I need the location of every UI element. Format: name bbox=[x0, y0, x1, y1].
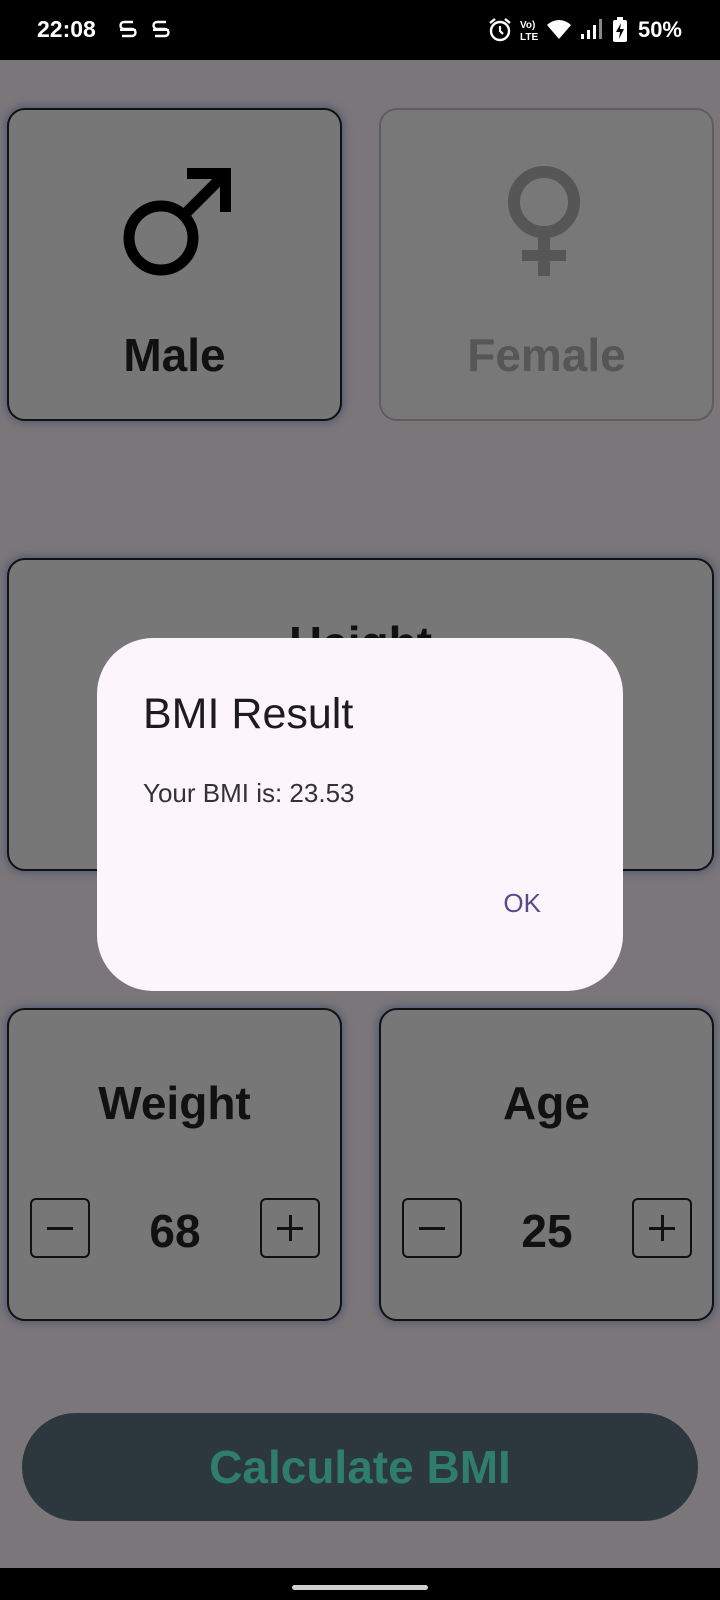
age-increment-button[interactable] bbox=[632, 1198, 692, 1258]
age-value: 25 bbox=[521, 1205, 573, 1257]
weight-increment-button[interactable] bbox=[260, 1198, 320, 1258]
male-icon bbox=[123, 168, 231, 276]
battery-charging-icon bbox=[613, 17, 627, 42]
age-card: Age 25 bbox=[379, 1008, 714, 1321]
bmi-result-dialog: BMI Result Your BMI is: 23.53 OK bbox=[97, 638, 623, 991]
navigation-bar bbox=[0, 1568, 720, 1600]
notification-s-icon bbox=[152, 20, 170, 38]
female-icon bbox=[508, 166, 580, 276]
svg-text:Vo): Vo) bbox=[520, 20, 535, 31]
notification-s-icon bbox=[119, 20, 137, 38]
plus-icon-vertical bbox=[661, 1215, 664, 1241]
status-time: 22:08 bbox=[37, 16, 96, 42]
wifi-icon bbox=[547, 20, 571, 39]
minus-icon bbox=[47, 1227, 73, 1230]
volte-icon: Vo) LTE bbox=[520, 20, 538, 43]
weight-title: Weight bbox=[98, 1077, 251, 1129]
home-gesture-handle[interactable] bbox=[292, 1585, 428, 1590]
age-title: Age bbox=[503, 1077, 590, 1129]
battery-percent: 50% bbox=[637, 17, 682, 42]
weight-decrement-button[interactable] bbox=[30, 1198, 90, 1258]
weight-card: Weight 68 bbox=[7, 1008, 342, 1321]
male-card[interactable]: Male bbox=[7, 108, 342, 421]
svg-text:LTE: LTE bbox=[520, 32, 538, 43]
male-label: Male bbox=[123, 329, 226, 381]
dialog-message: Your BMI is: 23.53 bbox=[143, 778, 355, 808]
plus-icon-vertical bbox=[289, 1215, 292, 1241]
signal-icon bbox=[581, 19, 602, 39]
status-bar: 22:08 Vo) LTE 50% bbox=[0, 0, 720, 60]
minus-icon bbox=[419, 1227, 445, 1230]
dialog-ok-button[interactable]: OK bbox=[503, 888, 541, 919]
female-card[interactable]: Female bbox=[379, 108, 714, 421]
weight-value: 68 bbox=[149, 1205, 201, 1257]
alarm-icon bbox=[489, 18, 511, 42]
age-decrement-button[interactable] bbox=[402, 1198, 462, 1258]
calculate-bmi-button[interactable]: Calculate BMI bbox=[22, 1413, 698, 1521]
dialog-title: BMI Result bbox=[143, 690, 354, 738]
female-label: Female bbox=[467, 329, 626, 381]
